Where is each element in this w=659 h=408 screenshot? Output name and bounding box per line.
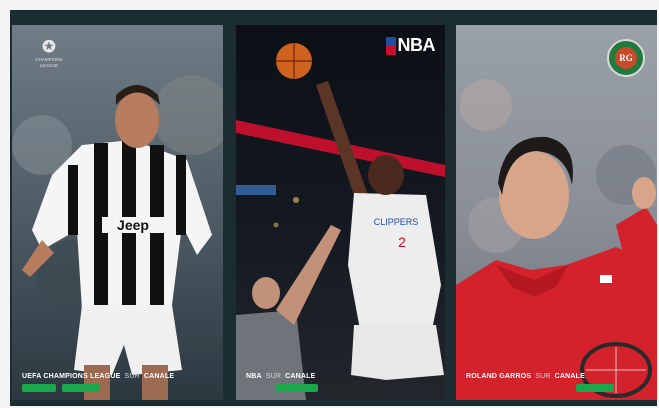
panel-caption: ROLAND GARROS SUR CANALE <box>466 373 585 380</box>
ucl-logo-line-2: LEAGUE <box>39 63 59 68</box>
offer-badge <box>22 384 56 392</box>
panel-champions-league[interactable]: Jeep ✪ CHAMPIONS LEAGUE UEFA CHAMPIONS L… <box>12 25 223 400</box>
caption-brand: CANALE <box>143 373 175 380</box>
offer-badges <box>22 384 100 392</box>
offer-badge <box>276 384 318 392</box>
starball-icon: ✪ <box>42 39 56 56</box>
panel-roland-garros[interactable]: RG ROLAND GARROS SUR CANALE <box>456 25 657 400</box>
caption-suffix: SUR <box>535 373 551 380</box>
tennis-photo <box>456 25 657 400</box>
basketball-photo: CLIPPERS 2 <box>236 25 445 400</box>
jersey-number: 2 <box>398 234 406 250</box>
football-photo: Jeep <box>12 25 223 400</box>
caption-suffix: SUR <box>124 373 140 380</box>
offer-badge <box>62 384 100 392</box>
panel-caption: UEFA CHAMPIONS LEAGUE SUR CANALE <box>22 373 174 380</box>
caption-title: ROLAND GARROS <box>466 373 532 380</box>
offer-badge <box>576 384 614 392</box>
offer-badges <box>466 384 614 392</box>
roland-garros-logo: RG <box>607 39 645 77</box>
champions-league-logo: ✪ CHAMPIONS LEAGUE <box>27 37 71 69</box>
caption-suffix: SUR <box>265 373 282 380</box>
caption-brand: CANALE <box>285 373 316 380</box>
caption-title: UEFA CHAMPIONS LEAGUE <box>22 373 121 380</box>
jersey-sponsor-text: Jeep <box>117 217 149 233</box>
offer-badges <box>246 384 318 392</box>
caption-title: NBA <box>246 373 262 380</box>
panel-nba[interactable]: CLIPPERS 2 NBA NBA SUR CANALE <box>236 25 445 400</box>
nba-logoman-icon <box>385 36 396 55</box>
nba-logo: NBA <box>385 35 436 56</box>
page: Jeep ✪ CHAMPIONS LEAGUE UEFA CHAMPIONS L… <box>0 0 659 408</box>
panel-caption: NBA SUR CANALE <box>246 373 316 380</box>
caption-brand: CANALE <box>554 373 585 380</box>
jersey-team-text: CLIPPERS <box>374 217 419 227</box>
nba-logo-text: NBA <box>397 35 436 55</box>
roland-garros-logo-text: RG <box>615 47 637 69</box>
